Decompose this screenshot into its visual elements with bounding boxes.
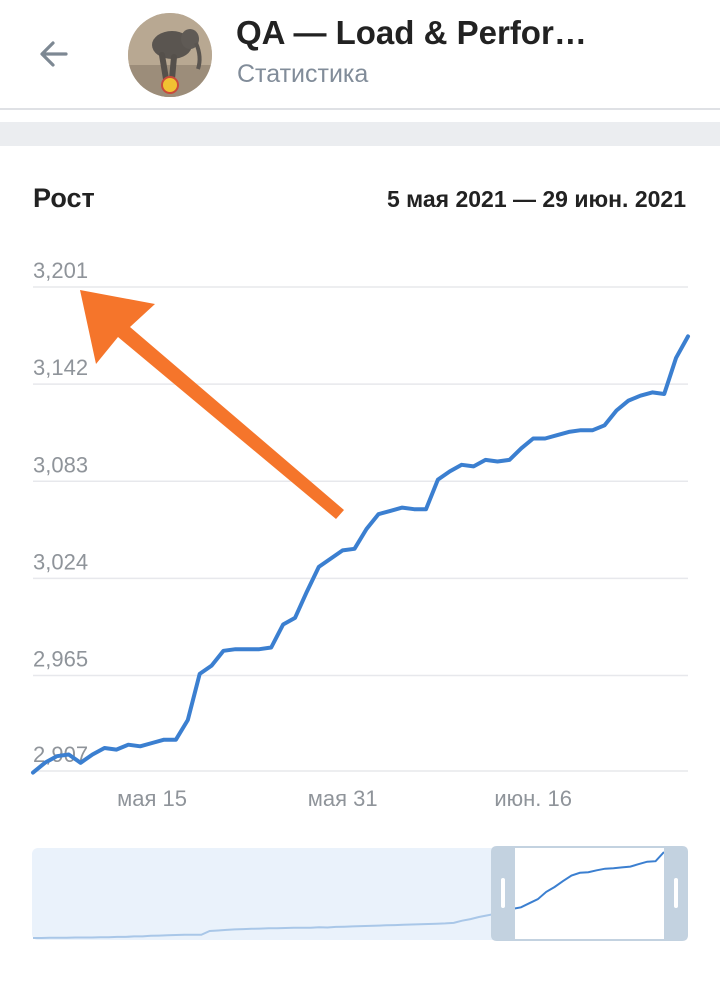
y-axis-ticks: 3,2013,1423,0833,0242,9652,907 [33,258,88,767]
left-range-handle[interactable] [491,846,515,941]
x-tick-label: мая 31 [308,786,378,811]
avatar[interactable] [128,13,212,97]
y-tick-label: 3,024 [33,549,88,574]
arrow-left-icon [40,41,68,67]
app-header: QA — Load & Performance Статистика [0,0,720,110]
y-tick-label: 2,965 [33,647,88,672]
growth-line [31,334,690,775]
chart-grid [33,286,688,772]
range-minimap[interactable] [0,840,720,950]
elephant-on-ball-avatar [128,13,212,97]
chart-title: Рост [33,183,95,213]
y-tick-label: 3,142 [33,355,88,380]
growth-chart[interactable]: 3,2013,1423,0833,0242,9652,907 мая 15 мая… [0,240,720,820]
x-axis-ticks: мая 15 мая 31 июн. 16 [117,786,572,811]
minimap-selected-window [515,848,664,940]
x-tick-label: июн. 16 [494,786,572,811]
back-button[interactable] [32,32,76,76]
y-tick-label: 3,083 [33,452,88,477]
window-top-border [515,846,664,848]
x-tick-label: мая 15 [117,786,187,811]
right-range-handle[interactable] [664,846,688,941]
window-bottom-border [515,939,664,941]
annotation-arrow [80,290,344,519]
section-separator [0,122,720,146]
page-subtitle: Статистика [237,60,369,88]
date-range-label[interactable]: 5 мая 2021 — 29 июн. 2021 [387,186,686,213]
page-title: QA — Load & Performance [236,14,616,51]
y-tick-label: 3,201 [33,258,88,283]
